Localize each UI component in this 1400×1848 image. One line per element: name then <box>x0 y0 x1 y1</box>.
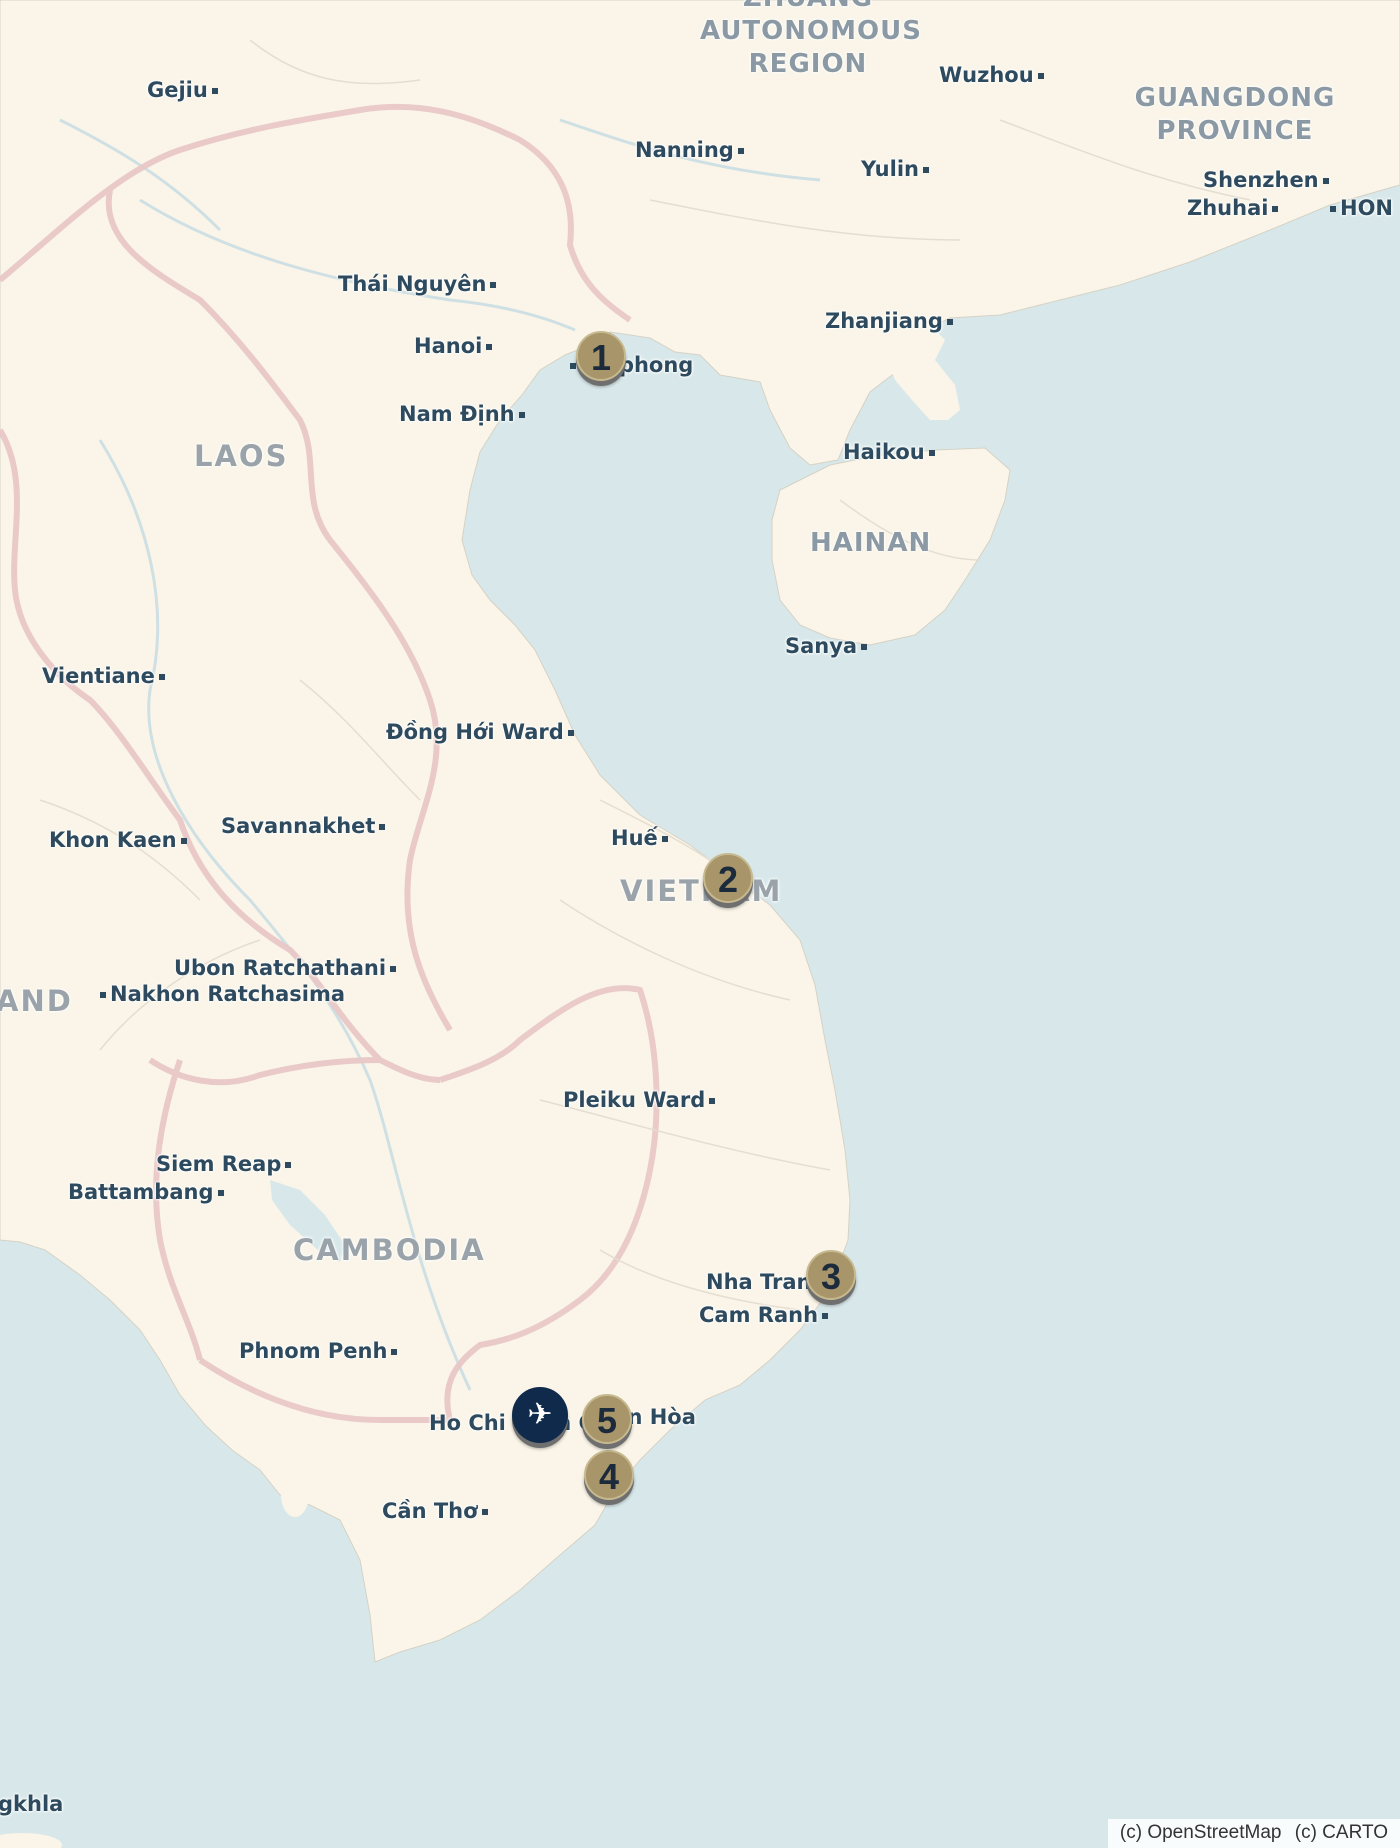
route-marker-5[interactable]: 5 <box>582 1394 632 1444</box>
city-zhuhai: Zhuhai <box>1187 196 1282 220</box>
city-hanoi: Hanoi <box>414 334 496 358</box>
city-ubon: Ubon Ratchathani <box>174 956 400 980</box>
region-label-guangdong: GUANGDONG PROVINCE <box>1134 83 1336 146</box>
city-dong-hoi: Đồng Hới Ward <box>386 720 578 744</box>
city-vientiane: Vientiane <box>42 664 169 688</box>
city-phnom-penh: Phnom Penh <box>239 1339 401 1363</box>
city-hue: Huế <box>611 826 672 850</box>
city-haikou: Haikou <box>843 440 939 464</box>
city-sanya: Sanya <box>785 634 871 658</box>
basemap <box>0 0 1400 1848</box>
country-label-thailand: AND <box>0 984 73 1018</box>
country-label-laos: LAOS <box>194 439 289 473</box>
country-label-cambodia: CAMBODIA <box>293 1233 486 1267</box>
city-can-tho: Cần Thơ <box>382 1499 492 1523</box>
city-khon-kaen: Khon Kaen <box>49 828 191 852</box>
country-label-vietnam: VIETNAM <box>620 874 783 908</box>
city-savannakhet: Savannakhet <box>221 814 389 838</box>
attribution-openstreetmap-link[interactable]: (c) OpenStreetMap <box>1120 1822 1282 1843</box>
city-wuzhou: Wuzhou <box>939 63 1048 87</box>
city-gejiu: Gejiu <box>147 78 222 102</box>
city-yulin: Yulin <box>861 157 933 181</box>
city-songkhla: gkhla <box>0 1792 64 1816</box>
region-label-hainan: HAINAN <box>810 528 932 558</box>
city-zhanjiang: Zhanjiang <box>825 309 957 333</box>
city-battambang: Battambang <box>68 1180 228 1204</box>
map-attribution: (c) OpenStreetMap (c) CARTO <box>1107 1819 1400 1848</box>
attribution-carto-link[interactable]: (c) CARTO <box>1295 1822 1388 1843</box>
city-thai-nguyen: Thái Nguyên <box>338 272 500 296</box>
city-siem-reap: Siem Reap <box>156 1152 295 1176</box>
city-shenzhen: Shenzhen <box>1203 168 1333 192</box>
route-marker-4[interactable]: 4 <box>584 1450 634 1500</box>
city-cam-ranh: Cam Ranh <box>699 1303 832 1327</box>
city-pleiku: Pleiku Ward <box>563 1088 719 1112</box>
city-nam-dinh: Nam Định <box>399 402 529 426</box>
city-nanning: Nanning <box>635 138 748 162</box>
route-marker-3[interactable]: 3 <box>806 1250 856 1300</box>
route-marker-1[interactable]: 1 <box>576 331 626 381</box>
region-label-guangxi: ZHUANG AUTONOMOUS REGION <box>700 0 922 79</box>
city-nakhon: Nakhon Ratchasima <box>96 982 345 1006</box>
city-hongkong: HON <box>1326 196 1393 220</box>
map-canvas[interactable]: ZHUANG AUTONOMOUS REGION GUANGDONG PROVI… <box>0 0 1400 1848</box>
route-marker-2[interactable]: 2 <box>703 853 753 903</box>
airport-marker-plane-icon[interactable]: ✈ <box>512 1387 568 1443</box>
